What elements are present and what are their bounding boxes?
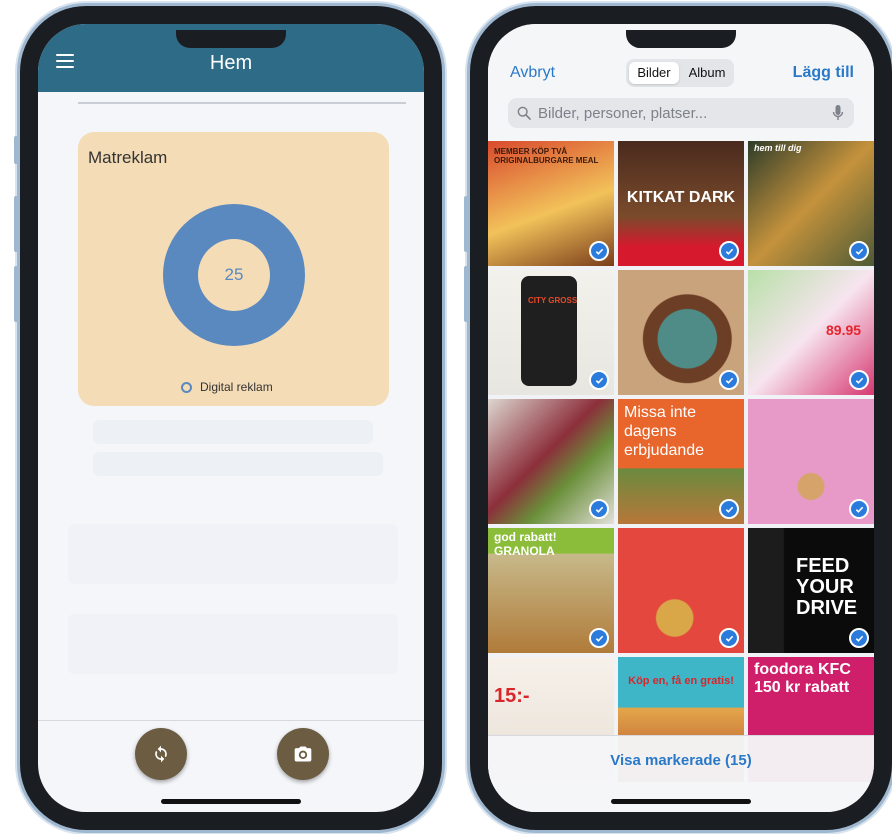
photo-tile[interactable]: FEED YOUR DRIVE [748,528,874,653]
phone-image [521,276,577,386]
photo-tile[interactable] [618,270,744,395]
photo-tile[interactable] [618,528,744,653]
photo-tile[interactable]: hem till dig [748,141,874,266]
chart-legend: Digital reklam [181,380,273,394]
photo-tile[interactable] [488,399,614,524]
home-indicator[interactable] [161,799,301,804]
camera-button[interactable] [277,728,329,780]
search-icon [517,106,531,120]
phone-frame-right: Avbryt Bilder Album Lägg till Bilder, pe… [464,6,892,830]
checkmark-icon [719,628,739,648]
photo-tile[interactable]: CITY GROSS [488,270,614,395]
checkmark-icon [849,370,869,390]
checkmark-icon [589,241,609,261]
segmented-control: Bilder Album [626,59,734,87]
search-placeholder: Bilder, personer, platser... [538,105,708,122]
microphone-icon[interactable] [832,104,844,122]
photo-tile[interactable]: KITKAT DARK [618,141,744,266]
home-indicator[interactable] [611,799,751,804]
checkmark-icon [589,628,609,648]
search-field[interactable]: Bilder, personer, platser... [508,98,854,128]
faded-placeholder [68,524,398,584]
photo-tile[interactable]: god rabatt! GRANOLA [488,528,614,653]
photo-picker-screen: Avbryt Bilder Album Lägg till Bilder, pe… [488,24,874,812]
checkmark-icon [589,370,609,390]
show-selected-button[interactable]: Visa markerade (15) [488,752,874,769]
photo-tile[interactable]: 89.95 [748,270,874,395]
notch [176,30,286,48]
segment-album[interactable]: Album [682,62,732,84]
photo-tile[interactable]: MEMBER KÖP TVÅ ORIGINALBURGARE MEAL [488,141,614,266]
donut-chart: 25 [163,204,305,346]
donut-value: 25 [198,239,270,311]
checkmark-icon [849,499,869,519]
checkmark-icon [849,241,869,261]
add-button[interactable]: Lägg till [793,64,854,82]
faded-placeholder [93,420,373,444]
segment-bilder[interactable]: Bilder [629,62,679,84]
legend-label: Digital reklam [200,380,273,394]
chart-title: Matreklam [88,148,168,167]
checkmark-icon [719,499,739,519]
photo-tile[interactable] [748,399,874,524]
photo-tile[interactable]: Missa inte dagens erbjudande [618,399,744,524]
page-title: Hem [209,52,253,74]
side-button [14,266,18,322]
app-screen: Hem Matreklam 25 Digital reklam [38,24,424,812]
legend-marker [181,381,192,393]
divider [78,102,406,104]
checkmark-icon [719,241,739,261]
chart-card: Matreklam 25 Digital reklam [78,132,389,406]
cancel-button[interactable]: Avbryt [510,64,555,82]
phone-frame-left: Hem Matreklam 25 Digital reklam [14,6,442,830]
side-button [14,196,18,252]
camera-icon [294,746,312,762]
checkmark-icon [719,370,739,390]
checkmark-icon [589,499,609,519]
faded-placeholder [93,452,383,476]
refresh-icon [155,745,167,763]
checkmark-icon [849,628,869,648]
faded-placeholder [68,614,398,674]
notch [626,30,736,48]
side-button [14,136,18,164]
side-button [464,266,468,322]
side-button [464,196,468,252]
bottom-bar-divider [38,720,424,721]
refresh-button[interactable] [135,728,187,780]
